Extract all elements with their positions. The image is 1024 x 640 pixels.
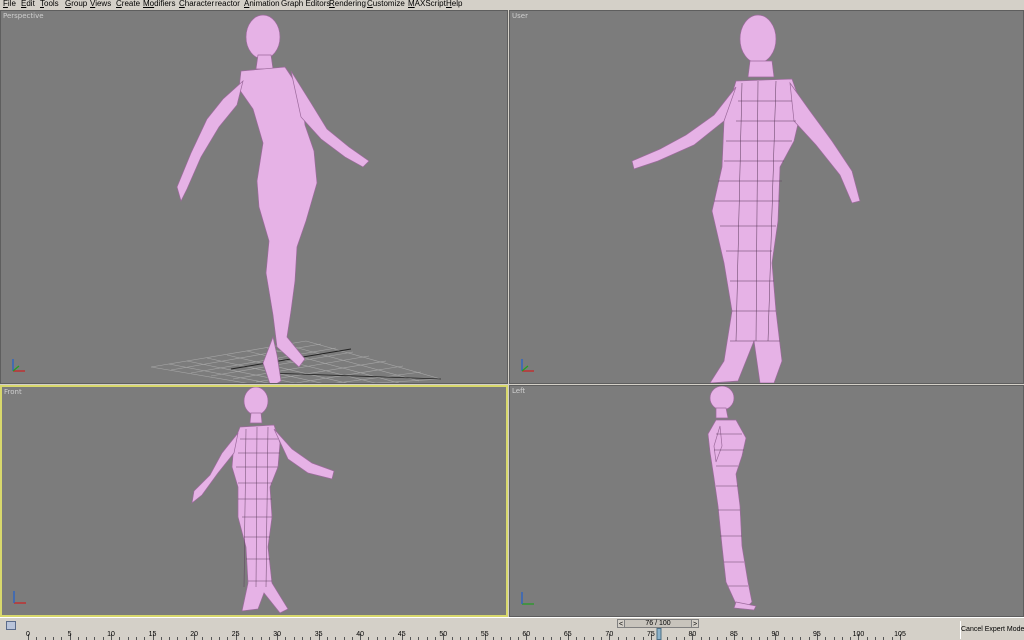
ruler-label: 105 (894, 631, 906, 638)
ruler-label: 80 (688, 631, 697, 638)
viewport-perspective[interactable]: Perspective (0, 10, 508, 384)
ruler-label: 70 (605, 631, 614, 638)
ruler-label: 55 (480, 631, 489, 638)
current-frame-marker[interactable] (656, 628, 662, 640)
menu-bar: File Edit Tools Group Views Create Modifiers Ch… (0, 0, 1024, 10)
ruler-label: 50 (439, 631, 448, 638)
axis-tripod-icon (521, 592, 534, 605)
menu-create[interactable]: Create (116, 0, 140, 9)
ruler-label: 20 (190, 631, 198, 638)
menu-modifiers[interactable]: Modifiers (143, 0, 175, 9)
ruler-label: 60 (522, 631, 531, 638)
ruler-label: 75 (646, 631, 655, 638)
menu-group[interactable]: Group (65, 0, 87, 9)
character-mesh-left (707, 386, 757, 611)
ruler-label: 40 (356, 631, 365, 638)
character-mesh-front (191, 387, 335, 614)
ruler-label: 0 (26, 631, 30, 638)
menu-customize[interactable]: Customize (367, 0, 405, 9)
track-bar-ruler[interactable]: 0 5 10 15 20 25 30 35 40 45 50 55 60 65 70 75 80 85 90 95 10… (24, 628, 954, 640)
mini-listener-icon[interactable] (6, 621, 16, 630)
ruler-label: 10 (107, 631, 115, 638)
viewport-front[interactable]: Front (0, 385, 508, 617)
ruler-label: 100 (852, 631, 865, 638)
menu-reactor[interactable]: reactor (215, 0, 240, 9)
axis-tripod-icon (13, 591, 26, 604)
viewport-user[interactable]: User (509, 10, 1024, 384)
menu-rendering[interactable]: Rendering (329, 0, 366, 9)
ruler-label: 45 (397, 631, 406, 638)
ruler-label: 25 (231, 631, 240, 638)
left-arrow-icon[interactable]: < (617, 619, 625, 628)
menu-file[interactable]: File (3, 0, 16, 9)
menu-maxscript[interactable]: MAXScript (408, 0, 446, 9)
ruler-label: 90 (771, 631, 780, 638)
ruler-label: 30 (273, 631, 282, 638)
ruler-label: 35 (314, 631, 323, 638)
character-mesh-user (631, 14, 861, 383)
menu-graph-editors[interactable]: Graph Editors (281, 0, 330, 9)
menu-views[interactable]: Views (90, 0, 111, 9)
axis-tripod-icon (12, 359, 25, 372)
ruler-label: 85 (729, 631, 738, 638)
ruler-label: 5 (67, 631, 72, 638)
ruler-label: 95 (813, 631, 821, 638)
ruler-label: 65 (563, 631, 572, 638)
ruler-label: 15 (148, 631, 157, 638)
time-slider[interactable]: < 76 / 100 > (617, 619, 699, 628)
right-arrow-icon[interactable]: > (691, 619, 699, 628)
menu-animation[interactable]: Animation (244, 0, 280, 9)
axis-tripod-icon (521, 359, 534, 372)
time-slider-label: 76 / 100 (645, 620, 671, 627)
menu-tools[interactable]: Tools (40, 0, 59, 9)
cancel-expert-mode-button[interactable]: Cancel Expert Mode (960, 621, 1024, 639)
status-bar: < 76 / 100 > 0 5 10 15 20 25 30 35 40 45 50 55 60 65 7… (0, 617, 1024, 640)
menu-help[interactable]: Help (446, 0, 462, 9)
menu-character[interactable]: Character (179, 0, 214, 9)
menu-edit[interactable]: Edit (21, 0, 35, 9)
character-mesh-perspective (150, 14, 442, 383)
viewport-left[interactable]: Left (509, 385, 1024, 617)
